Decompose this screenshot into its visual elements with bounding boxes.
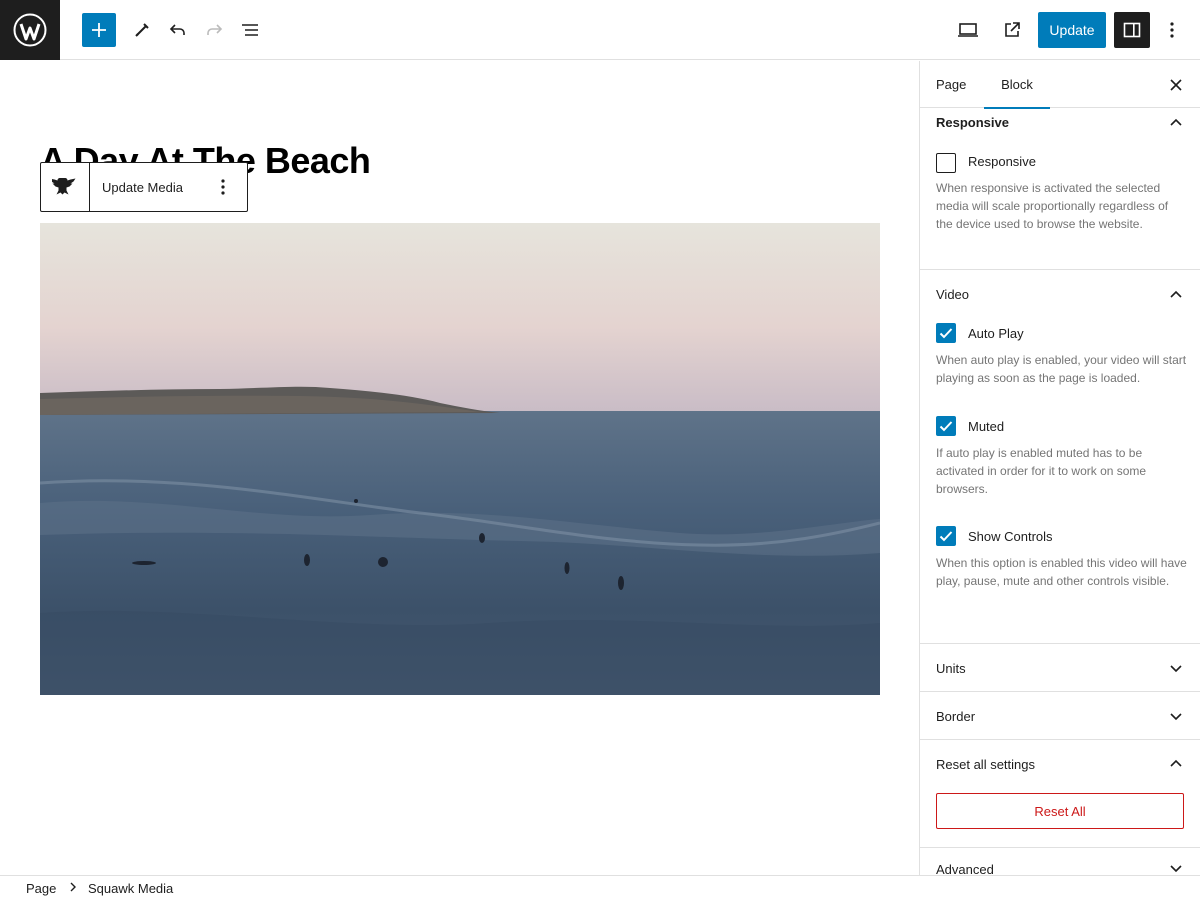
responsive-checkbox[interactable] bbox=[936, 153, 956, 173]
view-page-button[interactable] bbox=[994, 12, 1030, 48]
responsive-checkbox-label: Responsive bbox=[968, 154, 1036, 169]
show-controls-label: Show Controls bbox=[968, 529, 1053, 544]
undo-icon bbox=[169, 24, 185, 35]
chevron-up-icon bbox=[1170, 118, 1182, 126]
divider bbox=[920, 269, 1200, 270]
wordpress-logo-button[interactable] bbox=[0, 0, 60, 60]
chevron-right-icon bbox=[69, 881, 77, 896]
advanced-panel-toggle[interactable] bbox=[1168, 861, 1184, 875]
auto-play-help-text: When auto play is enabled, your video wi… bbox=[936, 353, 1187, 385]
divider bbox=[920, 643, 1200, 644]
border-panel-title[interactable]: Border bbox=[936, 709, 975, 724]
block-toolbar: Update Media bbox=[40, 162, 248, 212]
show-controls-checkbox[interactable] bbox=[936, 526, 956, 546]
divider bbox=[920, 739, 1200, 740]
update-media-button[interactable]: Update Media bbox=[90, 180, 208, 195]
check-icon bbox=[939, 328, 953, 339]
editor-canvas[interactable]: A Day At The Beach Update Media bbox=[0, 61, 919, 875]
eagle-icon bbox=[52, 178, 76, 195]
chevron-down-icon bbox=[1170, 865, 1182, 873]
redo-icon bbox=[207, 24, 223, 35]
options-button[interactable] bbox=[1154, 12, 1190, 48]
chevron-down-icon bbox=[1170, 665, 1182, 673]
list-view-button[interactable] bbox=[232, 12, 268, 48]
editor-header: Update bbox=[0, 0, 1200, 60]
block-type-button[interactable] bbox=[41, 163, 90, 211]
pencil-icon bbox=[135, 23, 149, 37]
breadcrumb-page[interactable]: Page bbox=[26, 881, 56, 896]
chevron-up-icon bbox=[1170, 290, 1182, 298]
advanced-panel-title[interactable]: Advanced bbox=[936, 862, 994, 875]
auto-play-checkbox[interactable] bbox=[936, 323, 956, 343]
reset-all-button[interactable]: Reset All bbox=[936, 793, 1184, 829]
divider bbox=[920, 847, 1200, 848]
tab-block[interactable]: Block bbox=[984, 61, 1050, 109]
wordpress-icon bbox=[13, 13, 47, 47]
block-inserter-button[interactable] bbox=[82, 13, 116, 47]
responsive-help-text: When responsive is activated the selecte… bbox=[936, 181, 1169, 231]
tools-button[interactable] bbox=[124, 12, 160, 48]
sidebar-toggle-icon bbox=[1123, 22, 1141, 38]
auto-play-label: Auto Play bbox=[968, 326, 1024, 341]
breadcrumb-squawk-media[interactable]: Squawk Media bbox=[88, 881, 173, 896]
redo-button[interactable] bbox=[196, 12, 232, 48]
video-panel-title[interactable]: Video bbox=[936, 287, 969, 302]
list-view-icon bbox=[242, 24, 258, 36]
chevron-up-icon bbox=[1170, 759, 1182, 767]
external-link-icon bbox=[1005, 22, 1020, 37]
units-panel-title[interactable]: Units bbox=[936, 661, 966, 676]
preview-button[interactable] bbox=[950, 12, 986, 48]
show-controls-help-text: When this option is enabled this video w… bbox=[936, 556, 1187, 588]
responsive-panel-toggle[interactable] bbox=[1168, 114, 1184, 130]
check-icon bbox=[939, 531, 953, 542]
border-panel-toggle[interactable] bbox=[1168, 709, 1184, 725]
reset-panel-title[interactable]: Reset all settings bbox=[936, 757, 1035, 772]
video-block[interactable] bbox=[40, 223, 880, 695]
units-panel-toggle[interactable] bbox=[1168, 661, 1184, 677]
reset-panel-toggle[interactable] bbox=[1168, 755, 1184, 771]
muted-label: Muted bbox=[968, 419, 1005, 434]
close-icon bbox=[1170, 79, 1182, 91]
divider bbox=[920, 691, 1200, 692]
responsive-panel-title[interactable]: Responsive bbox=[936, 115, 1009, 130]
tab-page[interactable]: Page bbox=[936, 61, 966, 108]
check-icon bbox=[939, 421, 953, 432]
beach-video-frame bbox=[40, 223, 880, 695]
muted-checkbox[interactable] bbox=[936, 416, 956, 436]
chevron-down-icon bbox=[1170, 713, 1182, 721]
settings-toggle-button[interactable] bbox=[1114, 12, 1150, 48]
block-options-button[interactable] bbox=[208, 172, 238, 202]
video-panel-toggle[interactable] bbox=[1168, 286, 1184, 302]
more-vertical-icon bbox=[1170, 22, 1174, 38]
undo-button[interactable] bbox=[160, 12, 196, 48]
breadcrumb: Page Squawk Media bbox=[0, 875, 1200, 900]
update-button[interactable]: Update bbox=[1038, 12, 1106, 48]
sidebar-tabs: Page Block bbox=[920, 61, 1200, 109]
settings-sidebar: Page Block Responsive Responsive When re… bbox=[919, 61, 1200, 875]
desktop-icon bbox=[958, 23, 978, 37]
more-vertical-icon bbox=[221, 179, 225, 195]
plus-icon bbox=[92, 23, 106, 37]
close-sidebar-button[interactable] bbox=[1165, 74, 1187, 96]
muted-help-text: If auto play is enabled muted has to be … bbox=[936, 446, 1147, 496]
